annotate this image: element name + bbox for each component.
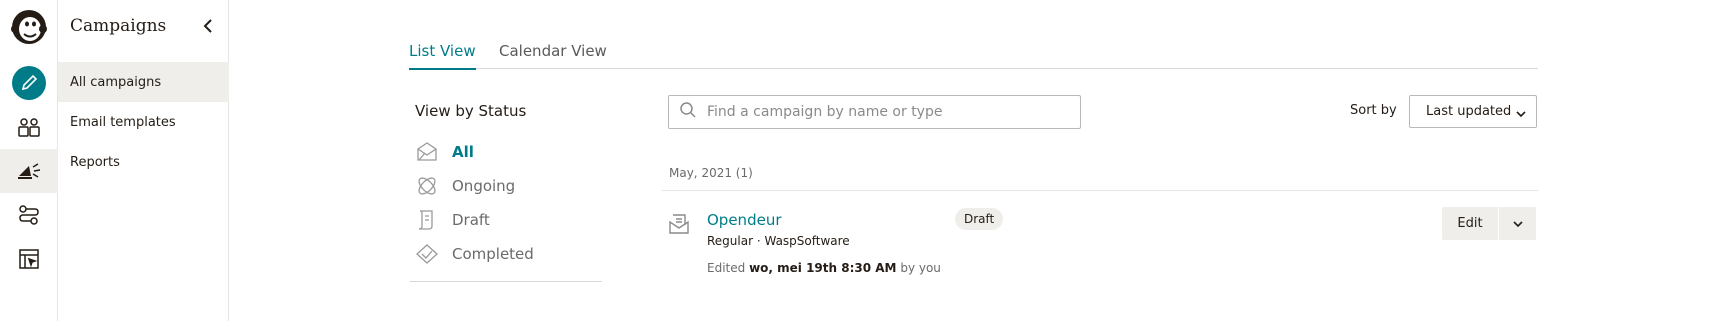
edit-button[interactable]: Edit [1442, 207, 1498, 240]
draft-icon [414, 207, 440, 233]
view-tabs: List View Calendar View [409, 36, 1538, 70]
sort-select[interactable]: Last updated [1409, 95, 1537, 128]
status-label: All [452, 143, 474, 161]
edited-suffix: by you [900, 261, 941, 275]
tab-calendar-view[interactable]: Calendar View [499, 42, 607, 68]
chevron-down-icon [1516, 107, 1526, 122]
nav-item-reports[interactable]: Reports [58, 142, 229, 182]
status-filter-title: View by Status [415, 102, 527, 120]
month-group-label: May, 2021 (1) [669, 166, 753, 180]
nav-title: Campaigns [70, 16, 167, 36]
nav-item-email-templates[interactable]: Email templates [58, 102, 229, 142]
edit-button-group: Edit [1442, 207, 1536, 240]
campaign-type-icon [667, 212, 691, 236]
edited-prefix: Edited [707, 261, 746, 275]
edit-options-button[interactable] [1498, 207, 1536, 240]
search-icon [679, 101, 697, 123]
all-campaigns-icon [414, 139, 440, 165]
website-icon[interactable] [0, 237, 58, 281]
status-filter-ongoing[interactable]: Ongoing [414, 171, 604, 201]
status-label: Draft [452, 211, 490, 229]
ongoing-icon [414, 173, 440, 199]
nav-item-label: Email templates [70, 114, 176, 130]
edited-date: wo, mei 19th 8:30 AM [749, 261, 897, 275]
sort-value: Last updated [1426, 104, 1512, 119]
campaign-meta: Regular · WaspSoftware [707, 234, 850, 248]
search-field[interactable] [668, 95, 1081, 129]
campaign-title-link[interactable]: Opendeur [707, 211, 782, 229]
nav-item-all-campaigns[interactable]: All campaigns [58, 62, 229, 102]
collapse-chevron-icon[interactable] [198, 16, 218, 36]
group-divider [662, 190, 1538, 191]
status-divider [410, 281, 602, 282]
status-filter-draft[interactable]: Draft [414, 205, 604, 235]
status-badge: Draft [955, 208, 1004, 230]
automations-icon[interactable] [0, 193, 58, 237]
search-input[interactable] [707, 104, 1067, 120]
status-label: Ongoing [452, 177, 516, 195]
chevron-down-icon [1512, 216, 1523, 231]
status-label: Completed [452, 245, 534, 263]
status-filter-all[interactable]: All [414, 137, 604, 167]
campaign-edited-info: Edited wo, mei 19th 8:30 AM by you [707, 261, 941, 275]
sort-label: Sort by [1350, 103, 1397, 118]
status-filter-completed[interactable]: Completed [414, 239, 604, 269]
nav-item-label: Reports [70, 154, 120, 170]
campaigns-megaphone-icon[interactable] [0, 149, 58, 193]
icon-rail [0, 0, 58, 321]
create-pencil-icon[interactable] [0, 61, 58, 105]
mailchimp-logo-icon[interactable] [0, 3, 58, 47]
nav-item-label: All campaigns [70, 74, 162, 90]
campaigns-nav: Campaigns All campaigns Email templates … [58, 0, 229, 321]
audience-icon[interactable] [0, 105, 58, 149]
completed-icon [414, 241, 440, 267]
tab-list-view[interactable]: List View [409, 42, 476, 70]
